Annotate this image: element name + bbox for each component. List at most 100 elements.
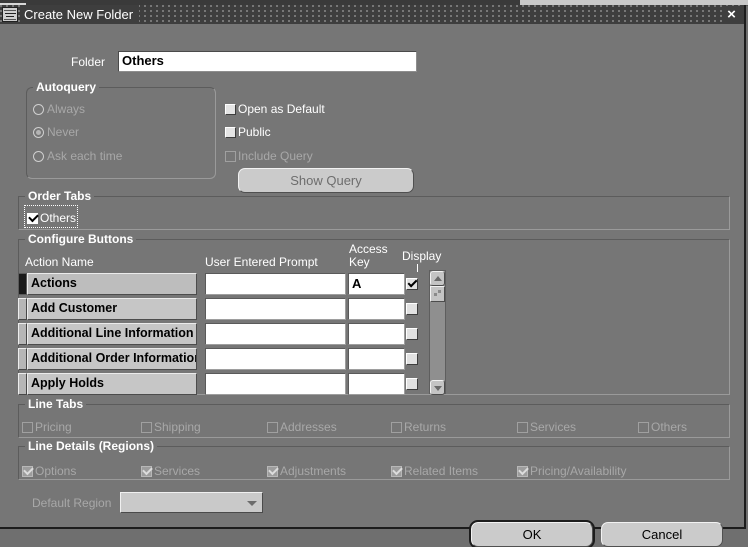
checkbox-label: Related Items (404, 464, 479, 478)
checkbox-label: Services (154, 464, 201, 478)
order-tabs-group: Order Tabs (18, 189, 730, 230)
chevron-down-icon (247, 500, 257, 506)
radio-indicator (33, 150, 44, 162)
checkbox-region-options[interactable]: Options (22, 464, 76, 478)
cell-display-checkbox[interactable] (406, 353, 418, 365)
line-details-legend: Line Details (Regions) (25, 439, 158, 453)
radio-autoquery-never[interactable]: Never (33, 125, 79, 139)
checkbox-indicator (267, 421, 278, 433)
checkbox-line-tab-addresses[interactable]: Addresses (267, 420, 337, 434)
cell-action-name[interactable]: Additional Line Information (27, 323, 197, 345)
cell-access-key[interactable]: A (348, 273, 405, 295)
checkbox-line-tab-services[interactable]: Services (517, 420, 576, 434)
folder-input[interactable]: Others (118, 51, 417, 72)
checkbox-indicator (22, 421, 33, 433)
cancel-button[interactable]: Cancel (601, 522, 723, 547)
checkbox-indicator (141, 421, 152, 433)
line-tabs-group: Line Tabs (18, 397, 730, 438)
radio-autoquery-ask-each-time[interactable]: Ask each time (33, 149, 122, 163)
checkbox-indicator (391, 465, 402, 477)
cell-display-checkbox[interactable] (406, 303, 418, 315)
cell-action-name[interactable]: Apply Holds (27, 373, 197, 395)
checkbox-label: Addresses (280, 420, 337, 434)
cell-display-checkbox[interactable] (406, 378, 418, 390)
window-title: Create New Folder (24, 5, 140, 24)
checkbox-label: Options (35, 464, 77, 478)
radio-autoquery-always[interactable]: Always (33, 102, 85, 116)
column-header-display: Display (402, 249, 442, 263)
show-query-button[interactable]: Show Query (238, 168, 414, 193)
checkbox-region-related-items[interactable]: Related Items (391, 464, 478, 478)
table-vertical-scrollbar[interactable] (429, 270, 446, 395)
cell-access-key[interactable] (348, 298, 405, 320)
dialog-body: Folder Others Autoquery Always Never Ask… (0, 24, 744, 547)
cell-action-name[interactable]: Add Customer (27, 298, 197, 320)
cell-action-name[interactable]: Additional Order Information (27, 348, 197, 370)
checkbox-line-tab-shipping[interactable]: Shipping (141, 420, 201, 434)
checkbox-label: Open as Default (238, 102, 325, 116)
row-selector[interactable] (18, 273, 27, 295)
close-icon[interactable]: × (723, 6, 740, 23)
cell-access-key[interactable] (348, 348, 405, 370)
cell-display-checkbox[interactable] (406, 278, 418, 290)
checkbox-label: Returns (404, 420, 447, 434)
scroll-up-icon[interactable] (430, 271, 445, 286)
cell-display-checkbox[interactable] (406, 328, 418, 340)
checkbox-region-services[interactable]: Services (141, 464, 200, 478)
configure-buttons-legend: Configure Buttons (25, 232, 137, 246)
default-region-dropdown[interactable] (120, 492, 263, 513)
checkbox-include-query[interactable]: Include Query (225, 149, 313, 163)
ok-button[interactable]: OK (469, 520, 595, 547)
cell-user-entered-prompt[interactable] (205, 323, 346, 345)
checkbox-label: Shipping (154, 420, 201, 434)
checkbox-indicator (267, 465, 278, 477)
checkbox-public[interactable]: Public (225, 125, 271, 139)
checkbox-indicator (517, 421, 528, 433)
order-tabs-legend: Order Tabs (25, 189, 95, 203)
checkbox-indicator (638, 421, 649, 433)
checkbox-line-tab-others[interactable]: Others (638, 420, 687, 434)
cell-access-key[interactable] (348, 323, 405, 345)
cell-user-entered-prompt[interactable] (205, 373, 346, 395)
scrollbar-thumb[interactable] (430, 286, 445, 302)
checkbox-indicator (27, 212, 38, 224)
checkbox-label: Adjustments (280, 464, 347, 478)
checkbox-indicator (141, 465, 152, 477)
checkbox-order-tab-others[interactable]: Others (27, 211, 76, 225)
checkbox-line-tab-returns[interactable]: Returns (391, 420, 446, 434)
checkbox-label: Others (651, 420, 688, 434)
row-selector[interactable] (18, 373, 27, 395)
checkbox-line-tab-pricing[interactable]: Pricing (22, 420, 72, 434)
checkbox-region-adjustments[interactable]: Adjustments (267, 464, 346, 478)
checkbox-indicator (225, 103, 236, 115)
title-bar[interactable]: Create New Folder × (0, 5, 744, 24)
scroll-down-icon[interactable] (430, 380, 445, 395)
cell-user-entered-prompt[interactable] (205, 298, 346, 320)
checkbox-label: Include Query (238, 149, 313, 163)
application-icon (2, 7, 18, 22)
row-selector[interactable] (18, 298, 27, 320)
checkbox-indicator (517, 465, 528, 477)
column-header-user-entered-prompt: User Entered Prompt (205, 255, 318, 269)
display-column-tick (417, 264, 418, 272)
column-header-access-key: Access Key (349, 242, 388, 269)
radio-indicator (33, 126, 44, 138)
radio-label: Always (47, 102, 86, 116)
row-selector[interactable] (18, 323, 27, 345)
cell-access-key[interactable] (348, 373, 405, 395)
checkbox-indicator (22, 465, 33, 477)
line-tabs-legend: Line Tabs (25, 397, 87, 411)
checkbox-open-as-default[interactable]: Open as Default (225, 102, 325, 116)
checkbox-region-pricing-availability[interactable]: Pricing/Availability (517, 464, 627, 478)
checkbox-indicator (225, 126, 236, 138)
checkbox-label: Pricing (35, 420, 72, 434)
cell-user-entered-prompt[interactable] (205, 348, 346, 370)
cell-user-entered-prompt[interactable] (205, 273, 346, 295)
folder-label: Folder (71, 55, 106, 69)
checkbox-indicator (225, 150, 236, 162)
checkbox-label: Pricing/Availability (530, 464, 627, 478)
radio-indicator (33, 103, 44, 115)
radio-label: Never (47, 125, 80, 139)
cell-action-name[interactable]: Actions (27, 273, 197, 295)
row-selector[interactable] (18, 348, 27, 370)
